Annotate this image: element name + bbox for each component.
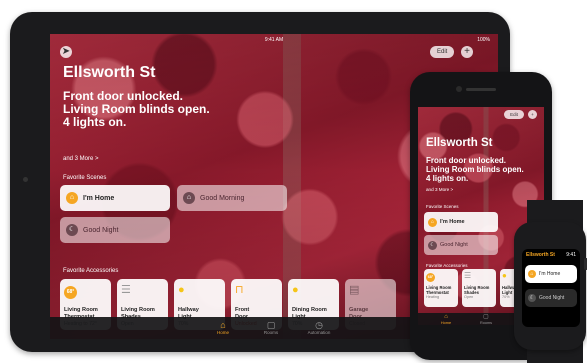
iphone-camera	[456, 86, 462, 92]
scene-good-night[interactable]: ☾ Good Night	[525, 289, 577, 307]
scene-good-night[interactable]: ☾ Good Night	[60, 217, 170, 243]
status-battery: 100%	[477, 37, 490, 43]
scene-label: I'm Home	[83, 194, 115, 202]
watch-screen: Ellsworth St 9:41 ⌂ I'm Home ☾ Good Nigh…	[522, 249, 580, 327]
person-home-icon: ⌂	[528, 270, 536, 278]
tab-home[interactable]: ⌂ Home	[426, 314, 466, 325]
house-moon-icon: ☾	[66, 224, 78, 236]
thermostat-icon: 68°	[426, 273, 435, 282]
lightbulb-icon: ●	[292, 284, 299, 296]
scene-im-home[interactable]: ⌂ I'm Home	[424, 212, 498, 232]
scene-label: Good Night	[83, 226, 119, 234]
status-time: 9:41 AM	[264, 37, 284, 43]
garage-icon: ▤	[349, 284, 360, 296]
tab-rooms[interactable]: ▢ Rooms	[466, 314, 506, 325]
scene-good-night[interactable]: ☾ Good Night	[424, 235, 498, 255]
scene-label: Good Morning	[200, 194, 245, 202]
favorite-scenes-heading: Favorite Scenes	[63, 175, 107, 181]
more-status-link[interactable]: and 3 More >	[426, 187, 453, 192]
home-icon: ⌂	[220, 320, 226, 330]
status-line: Front door unlocked.	[426, 156, 506, 165]
tab-home[interactable]: ⌂ Home	[198, 320, 248, 335]
scene-im-home[interactable]: ⌂ I'm Home	[60, 185, 170, 211]
accessory-name: Living RoomThermostat	[426, 285, 452, 295]
watch-time: 9:41	[566, 252, 576, 258]
favorite-scenes-heading: Favorite Scenes	[426, 204, 459, 209]
scene-label: I'm Home	[440, 219, 465, 225]
rooms-icon: ▢	[266, 320, 276, 330]
home-title: Ellsworth St	[426, 137, 493, 149]
shades-icon: ☰	[464, 271, 472, 280]
status-bar: 9:41 AM 100%	[50, 37, 498, 45]
rooms-icon: ▢	[483, 314, 489, 320]
favorite-accessories-heading: Favorite Accessories	[63, 268, 119, 274]
edit-button[interactable]: Edit	[504, 110, 524, 119]
lightbulb-icon: ●	[178, 284, 185, 296]
scene-label: I'm Home	[539, 271, 561, 277]
accessory-state: Heating	[426, 295, 440, 299]
favorite-accessories-heading: Favorite Accessories	[426, 263, 468, 268]
lock-open-icon: ⊓	[235, 284, 244, 296]
add-button[interactable]: +	[461, 46, 473, 58]
tab-rooms[interactable]: ▢ Rooms	[246, 320, 296, 335]
home-icon: ⌂	[444, 314, 448, 320]
apple-watch-device: Ellsworth St 9:41 ⌂ I'm Home ☾ Good Nigh…	[514, 222, 586, 350]
status-line: 4 lights on.	[426, 174, 469, 183]
accessory-tile-thermostat[interactable]: 68° Living Room Thermostat Heating	[424, 269, 458, 307]
home-status-summary: Front door unlocked. Living Room blinds …	[426, 156, 524, 183]
ipad-camera	[23, 177, 28, 182]
location-arrow-icon[interactable]: ➤	[60, 46, 72, 58]
home-title: Ellsworth St	[63, 64, 156, 81]
watch-home-title: Ellsworth St	[526, 252, 555, 258]
house-moon-icon: ☾	[428, 240, 437, 250]
house-moon-icon: ☾	[528, 294, 536, 302]
status-line: Living Room blinds open.	[426, 165, 524, 174]
edit-button[interactable]: Edit	[430, 46, 455, 58]
status-line: 4 lights on.	[63, 115, 127, 129]
product-shot: 9:41 AM 100% ➤ Edit + Ellsworth St Front…	[0, 0, 587, 363]
more-status-link[interactable]: and 3 More >	[63, 156, 99, 162]
home-status-summary: Front door unlocked. Living Room blinds …	[63, 90, 210, 129]
shades-icon: ☰	[121, 284, 131, 296]
accessory-state: Open	[464, 295, 474, 299]
scene-label: Good Night	[440, 242, 468, 248]
person-home-icon: ⌂	[428, 217, 437, 227]
iphone-speaker	[466, 88, 496, 91]
accessory-name: Living RoomShades	[464, 285, 490, 295]
add-button[interactable]: +	[528, 110, 537, 119]
house-icon: ⌂	[183, 192, 195, 204]
accessory-tile-shades[interactable]: ☰ Living RoomShades Open	[462, 269, 496, 307]
automation-icon: ◷	[315, 320, 323, 330]
tab-automation[interactable]: ◷ Automation	[294, 320, 344, 335]
person-home-icon: ⌂	[66, 192, 78, 204]
thermostat-icon: 68°	[64, 286, 77, 299]
scene-im-home[interactable]: ⌂ I'm Home	[525, 265, 577, 283]
scene-good-morning[interactable]: ⌂ Good Morning	[177, 185, 287, 211]
scene-label: Good Night	[539, 295, 565, 301]
